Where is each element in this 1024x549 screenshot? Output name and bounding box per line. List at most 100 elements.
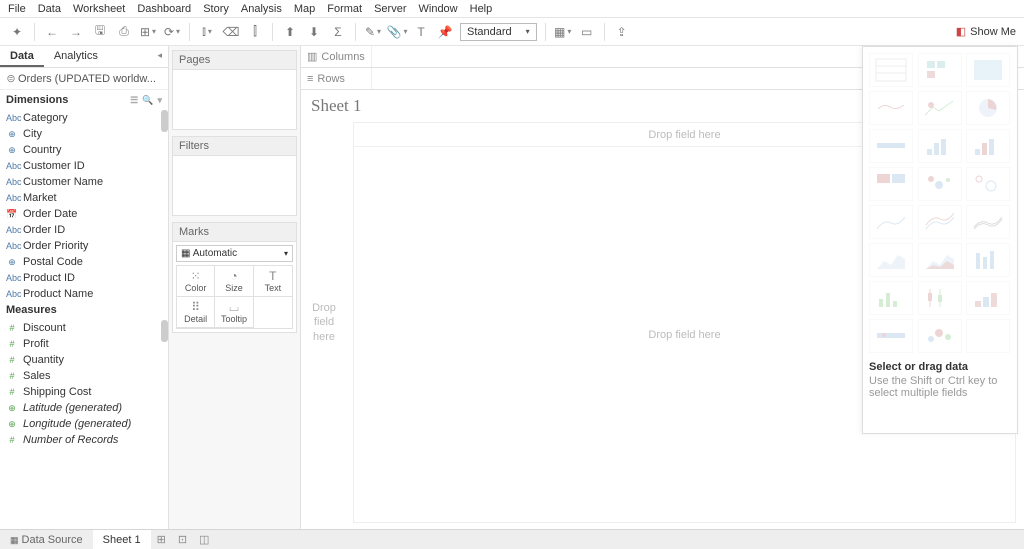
swap-icon[interactable]: ⫾▾ <box>198 23 216 41</box>
view-list-icon[interactable]: ☰ <box>130 95 138 106</box>
showme-chart-type[interactable] <box>869 53 913 87</box>
menu-help[interactable]: Help <box>470 3 493 15</box>
showme-chart-type[interactable] <box>966 319 1010 353</box>
showme-chart-type[interactable] <box>918 91 962 125</box>
marks-text-button[interactable]: TText <box>254 266 292 297</box>
share-icon[interactable]: ⇪ <box>613 23 631 41</box>
showme-chart-type[interactable] <box>918 319 962 353</box>
totals-icon[interactable]: Σ <box>329 23 347 41</box>
scrollbar-thumb[interactable] <box>161 320 168 342</box>
refresh-icon[interactable]: ⟳▾ <box>163 23 181 41</box>
measure-field[interactable]: #Quantity <box>0 352 168 368</box>
menu-caret-icon[interactable]: ▾ <box>157 95 162 106</box>
menu-window[interactable]: Window <box>419 3 458 15</box>
showme-chart-type[interactable] <box>918 167 962 201</box>
save-icon[interactable]: 🖫 <box>91 23 109 41</box>
back-icon[interactable]: ← <box>43 23 61 41</box>
showme-chart-type[interactable] <box>966 205 1010 239</box>
marks-size-button[interactable]: ◔Size <box>215 266 253 297</box>
show-labels-icon[interactable]: T <box>412 23 430 41</box>
dimension-field[interactable]: AbcOrder Priority <box>0 238 168 254</box>
dimension-field[interactable]: 📅Order Date <box>0 206 168 222</box>
clear-icon[interactable]: ⌫ <box>222 23 240 41</box>
dimension-field[interactable]: AbcCategory <box>0 110 168 126</box>
menu-worksheet[interactable]: Worksheet <box>73 3 125 15</box>
showme-chart-type[interactable] <box>869 319 913 353</box>
new-datasource-icon[interactable]: ⎙ <box>115 23 133 41</box>
forward-icon[interactable]: → <box>67 23 85 41</box>
menu-server[interactable]: Server <box>374 3 406 15</box>
group-icon[interactable]: 📎▾ <box>388 23 406 41</box>
dimension-field[interactable]: ⊕Postal Code <box>0 254 168 270</box>
showme-chart-type[interactable] <box>918 205 962 239</box>
showme-chart-type[interactable] <box>869 91 913 125</box>
dimension-field[interactable]: AbcOrder ID <box>0 222 168 238</box>
tab-data[interactable]: Data <box>0 46 44 67</box>
presentation-icon[interactable]: ▭ <box>578 23 596 41</box>
sheet-tab[interactable]: Sheet 1 <box>93 530 151 549</box>
datasource-tab[interactable]: ▦Data Source <box>0 531 93 549</box>
menu-map[interactable]: Map <box>294 3 315 15</box>
measure-field[interactable]: ⊕Latitude (generated) <box>0 400 168 416</box>
showme-chart-type[interactable] <box>966 167 1010 201</box>
menu-story[interactable]: Story <box>203 3 229 15</box>
measure-field[interactable]: #Discount <box>0 320 168 336</box>
measure-field[interactable]: #Sales <box>0 368 168 384</box>
showme-chart-type[interactable] <box>869 129 913 163</box>
datasource-item[interactable]: ⊜Orders (UPDATED worldw... <box>0 68 168 90</box>
dimension-field[interactable]: ⊕City <box>0 126 168 142</box>
menu-data[interactable]: Data <box>38 3 61 15</box>
menu-dashboard[interactable]: Dashboard <box>137 3 191 15</box>
dimension-field[interactable]: ⊕Country <box>0 142 168 158</box>
measure-field[interactable]: #Shipping Cost <box>0 384 168 400</box>
measure-field[interactable]: ⊕Longitude (generated) <box>0 416 168 432</box>
new-worksheet-icon[interactable]: ⊞▾ <box>139 23 157 41</box>
tab-analytics[interactable]: Analytics <box>44 46 108 67</box>
showme-chart-type[interactable] <box>966 129 1010 163</box>
measure-field[interactable]: #Number of Records <box>0 432 168 448</box>
new-story-tab-icon[interactable]: ◫ <box>193 530 215 549</box>
showme-chart-type[interactable] <box>869 243 913 277</box>
highlight-icon[interactable]: ✎▾ <box>364 23 382 41</box>
menu-analysis[interactable]: Analysis <box>241 3 282 15</box>
show-cards-icon[interactable]: ▦▾ <box>554 23 572 41</box>
dimension-field[interactable]: AbcCustomer ID <box>0 158 168 174</box>
tableau-logo-icon[interactable]: ✦ <box>8 23 26 41</box>
marks-type-dropdown[interactable]: ▦ Automatic▾ <box>176 245 293 262</box>
dimension-field[interactable]: AbcProduct ID <box>0 270 168 286</box>
marks-color-button[interactable]: ⁙Color <box>177 266 215 297</box>
new-dashboard-tab-icon[interactable]: ⊡ <box>172 530 193 549</box>
showme-chart-type[interactable] <box>966 281 1010 315</box>
scrollbar-thumb[interactable] <box>161 110 168 132</box>
search-icon[interactable]: 🔍 <box>142 95 153 106</box>
filters-shelf[interactable]: Filters <box>172 136 297 216</box>
showme-chart-type[interactable] <box>966 91 1010 125</box>
sort-asc-icon[interactable]: ⬆ <box>281 23 299 41</box>
show-me-button[interactable]: ◧Show Me <box>956 25 1016 38</box>
showme-chart-type[interactable] <box>869 281 913 315</box>
showme-chart-type[interactable] <box>918 53 962 87</box>
marks-tooltip-button[interactable]: ⌴Tooltip <box>215 297 253 328</box>
sort-desc-icon[interactable]: ⬇ <box>305 23 323 41</box>
dimension-field[interactable]: AbcProduct Name <box>0 286 168 300</box>
new-worksheet-tab-icon[interactable]: ⊞ <box>151 530 172 549</box>
fit-dropdown[interactable]: Standard▾ <box>460 23 537 41</box>
marks-detail-button[interactable]: ⠿Detail <box>177 297 215 328</box>
dimension-field[interactable]: AbcCustomer Name <box>0 174 168 190</box>
showme-chart-type[interactable] <box>966 243 1010 277</box>
measure-field[interactable]: #Profit <box>0 336 168 352</box>
dimension-field[interactable]: AbcMarket <box>0 190 168 206</box>
menu-file[interactable]: File <box>8 3 26 15</box>
menu-format[interactable]: Format <box>327 3 362 15</box>
showme-chart-type[interactable] <box>966 53 1010 87</box>
showme-chart-type[interactable] <box>918 243 962 277</box>
showme-chart-type[interactable] <box>869 205 913 239</box>
chart-icon[interactable]: ⫿ <box>246 23 264 41</box>
pages-shelf[interactable]: Pages <box>172 50 297 130</box>
data-tabs-caret-icon[interactable]: ◂ <box>151 46 168 67</box>
showme-chart-type[interactable] <box>918 129 962 163</box>
data-pane: Data Analytics ◂ ⊜Orders (UPDATED worldw… <box>0 46 169 529</box>
showme-chart-type[interactable] <box>869 167 913 201</box>
showme-chart-type[interactable] <box>918 281 962 315</box>
pin-icon[interactable]: 📌 <box>436 23 454 41</box>
